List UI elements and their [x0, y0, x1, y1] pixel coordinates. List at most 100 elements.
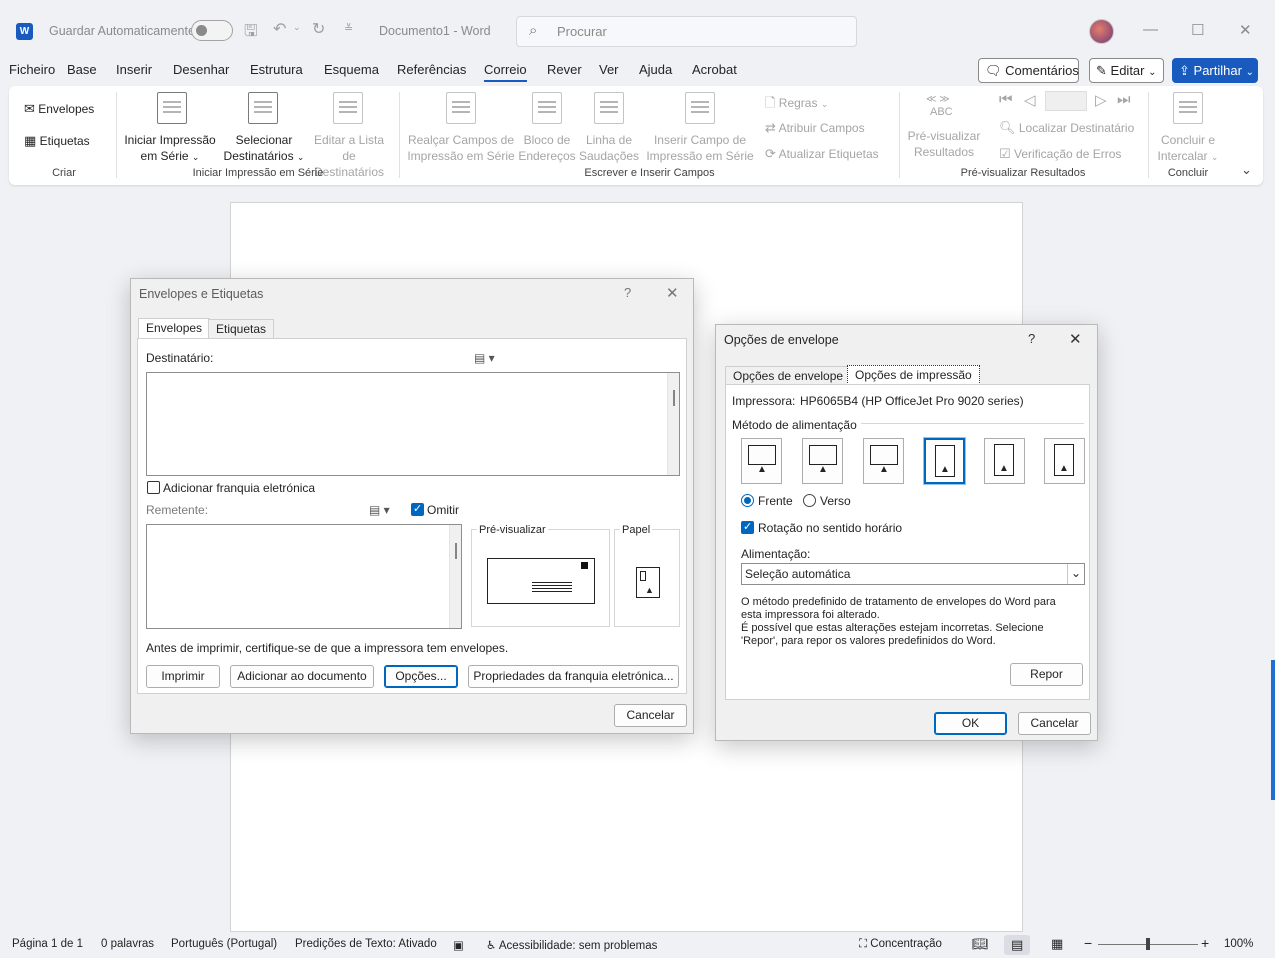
labels-button[interactable]: ▦ Etiquetas — [24, 133, 90, 149]
feed-method-option-1[interactable]: ▲ — [741, 438, 782, 484]
tab-labels[interactable]: Etiquetas — [208, 319, 275, 339]
menu-rever[interactable]: Rever — [547, 62, 582, 77]
cancel-button[interactable]: Cancelar — [614, 704, 687, 727]
menu-estrutura[interactable]: Estrutura — [250, 62, 303, 77]
omit-checkbox[interactable] — [411, 502, 424, 516]
abc-preview-icon: ≪ ≫ — [926, 94, 950, 105]
menu-base[interactable]: Base — [67, 62, 97, 77]
check-errors-button[interactable]: ☑ Verificação de Erros — [999, 146, 1121, 162]
address-book-icon[interactable]: ▤ ▾ — [474, 351, 495, 365]
feed-arrow-icon: ▲ — [1059, 463, 1069, 474]
clockwise-rotation-checkbox[interactable] — [741, 520, 754, 534]
zoom-out-icon[interactable]: − — [1084, 935, 1092, 951]
face-down-radio[interactable] — [803, 494, 816, 507]
edit-button[interactable]: ✎ Editar ⌄ — [1089, 58, 1164, 83]
menu-ajuda[interactable]: Ajuda — [639, 62, 672, 77]
help-icon[interactable]: ? — [624, 285, 631, 300]
word-count[interactable]: 0 palavras — [101, 938, 154, 950]
record-number-input[interactable] — [1045, 91, 1087, 111]
ribbon-separator — [899, 92, 900, 178]
zoom-level[interactable]: 100% — [1224, 938, 1253, 950]
feed-from-select[interactable]: Seleção automática ⌄ — [741, 563, 1085, 585]
minimize-icon[interactable]: — — [1143, 21, 1158, 38]
scrollbar[interactable] — [449, 525, 461, 628]
envelope-landscape-icon — [870, 445, 898, 465]
text-predictions[interactable]: Predições de Texto: Ativado — [295, 938, 437, 950]
share-button[interactable]: ⇪ Partilhar ⌄ — [1172, 58, 1258, 83]
update-labels-button[interactable]: ⟳ Atualizar Etiquetas — [765, 146, 879, 162]
web-layout-icon[interactable]: ▦ — [1051, 936, 1063, 952]
tab-envelopes[interactable]: Envelopes — [138, 318, 211, 338]
envelope-preview[interactable] — [487, 558, 595, 604]
menu-inserir[interactable]: Inserir — [116, 62, 152, 77]
electronic-postage-checkbox[interactable] — [147, 481, 160, 494]
feed-method-option-6[interactable]: ▲ — [1044, 438, 1085, 484]
menu-correio[interactable]: Correio — [484, 62, 527, 82]
postage-properties-button[interactable]: Propriedades da franquia eletrónica... — [468, 665, 679, 688]
avatar[interactable] — [1089, 19, 1114, 44]
menu-esquema[interactable]: Esquema — [324, 62, 379, 77]
page-count[interactable]: Página 1 de 1 — [12, 938, 83, 950]
recipient-address-input[interactable] — [146, 372, 680, 476]
redo-icon[interactable]: ↻ — [312, 19, 325, 39]
add-to-document-button[interactable]: Adicionar ao documento — [230, 665, 374, 688]
zoom-slider-thumb[interactable] — [1146, 938, 1150, 950]
save-icon[interactable]: 🖫 — [244, 20, 258, 47]
finish-merge-label: Concluir e Intercalar ⌄ — [1153, 132, 1223, 165]
macro-icon[interactable]: ▣ — [453, 938, 464, 952]
close-icon[interactable]: ✕ — [1069, 330, 1082, 348]
tab-print-options[interactable]: Opções de impressão — [847, 365, 980, 385]
find-recipient-button[interactable]: 🔍︎ Localizar Destinatário — [999, 120, 1134, 136]
accessibility-status[interactable]: ♿︎ Acessibilidade: sem problemas — [486, 938, 657, 952]
scrollbar[interactable] — [667, 373, 679, 475]
autosave-toggle[interactable] — [191, 20, 233, 41]
close-icon[interactable]: ✕ — [666, 284, 679, 302]
options-button[interactable]: Opções... — [384, 665, 458, 688]
match-fields-button[interactable]: ⇄ Atribuir Campos — [765, 120, 865, 136]
menu-referencias[interactable]: Referências — [397, 62, 466, 77]
print-layout-button[interactable]: ▤ — [1004, 935, 1030, 955]
feed-method-option-5[interactable]: ▲ — [984, 438, 1025, 484]
return-address-book-icon[interactable]: ▤ ▾ — [369, 503, 390, 517]
scroll-thumb[interactable] — [673, 390, 675, 406]
focus-mode-button[interactable]: ⛶ Concentração — [859, 938, 942, 951]
finish-merge-line1: Concluir e — [1160, 133, 1216, 147]
print-button[interactable]: Imprimir — [146, 665, 220, 688]
customize-toolbar-icon[interactable]: ≚ — [344, 22, 353, 35]
close-icon[interactable]: ✕ — [1239, 21, 1252, 39]
ribbon-collapse-icon[interactable]: ⌄ — [1241, 162, 1252, 178]
cancel-button[interactable]: Cancelar — [1018, 712, 1091, 735]
menu-acrobat[interactable]: Acrobat — [692, 62, 737, 77]
feed-method-option-2[interactable]: ▲ — [802, 438, 843, 484]
zoom-in-icon[interactable]: + — [1201, 935, 1209, 951]
search-box[interactable]: ⌕ Procurar — [516, 16, 857, 47]
last-record-icon[interactable]: ⏭ — [1117, 91, 1131, 108]
language-indicator[interactable]: Português (Portugal) — [171, 938, 277, 950]
feed-method-option-3[interactable]: ▲ — [863, 438, 904, 484]
search-input[interactable]: Procurar — [557, 24, 607, 39]
menu-desenhar[interactable]: Desenhar — [173, 62, 229, 77]
menu-ver[interactable]: Ver — [599, 62, 619, 77]
envelopes-button[interactable]: ✉ Envelopes — [24, 101, 94, 117]
maximize-icon[interactable]: ☐ — [1191, 21, 1204, 39]
first-record-icon[interactable]: ⏮ — [999, 91, 1013, 108]
undo-dropdown-icon[interactable]: ⌄ — [293, 22, 301, 33]
help-icon[interactable]: ? — [1028, 331, 1035, 346]
rules-button[interactable]: 🗋 Regras ⌄ — [765, 94, 828, 116]
scroll-thumb[interactable] — [455, 543, 457, 559]
comments-button[interactable]: 🗨 Comentários — [978, 58, 1079, 83]
finish-merge-icon — [1173, 92, 1203, 124]
paper-feed-icon[interactable]: ▲ — [636, 567, 660, 598]
menu-ficheiro[interactable]: Ficheiro — [9, 62, 55, 77]
tab-envelope-options[interactable]: Opções de envelope — [725, 366, 852, 386]
previous-record-icon[interactable]: ◁ — [1024, 91, 1036, 109]
read-mode-icon[interactable]: 📖︎ — [972, 936, 989, 952]
next-record-icon[interactable]: ▷ — [1095, 91, 1107, 109]
return-address-input[interactable] — [146, 524, 462, 629]
undo-icon[interactable]: ↶ — [273, 19, 286, 39]
reset-button[interactable]: Repor — [1010, 663, 1083, 686]
ok-button[interactable]: OK — [934, 712, 1007, 735]
chevron-down-icon[interactable]: ⌄ — [1067, 564, 1084, 584]
feed-method-option-4[interactable]: ▲ — [924, 438, 965, 484]
face-up-radio[interactable] — [741, 494, 754, 507]
